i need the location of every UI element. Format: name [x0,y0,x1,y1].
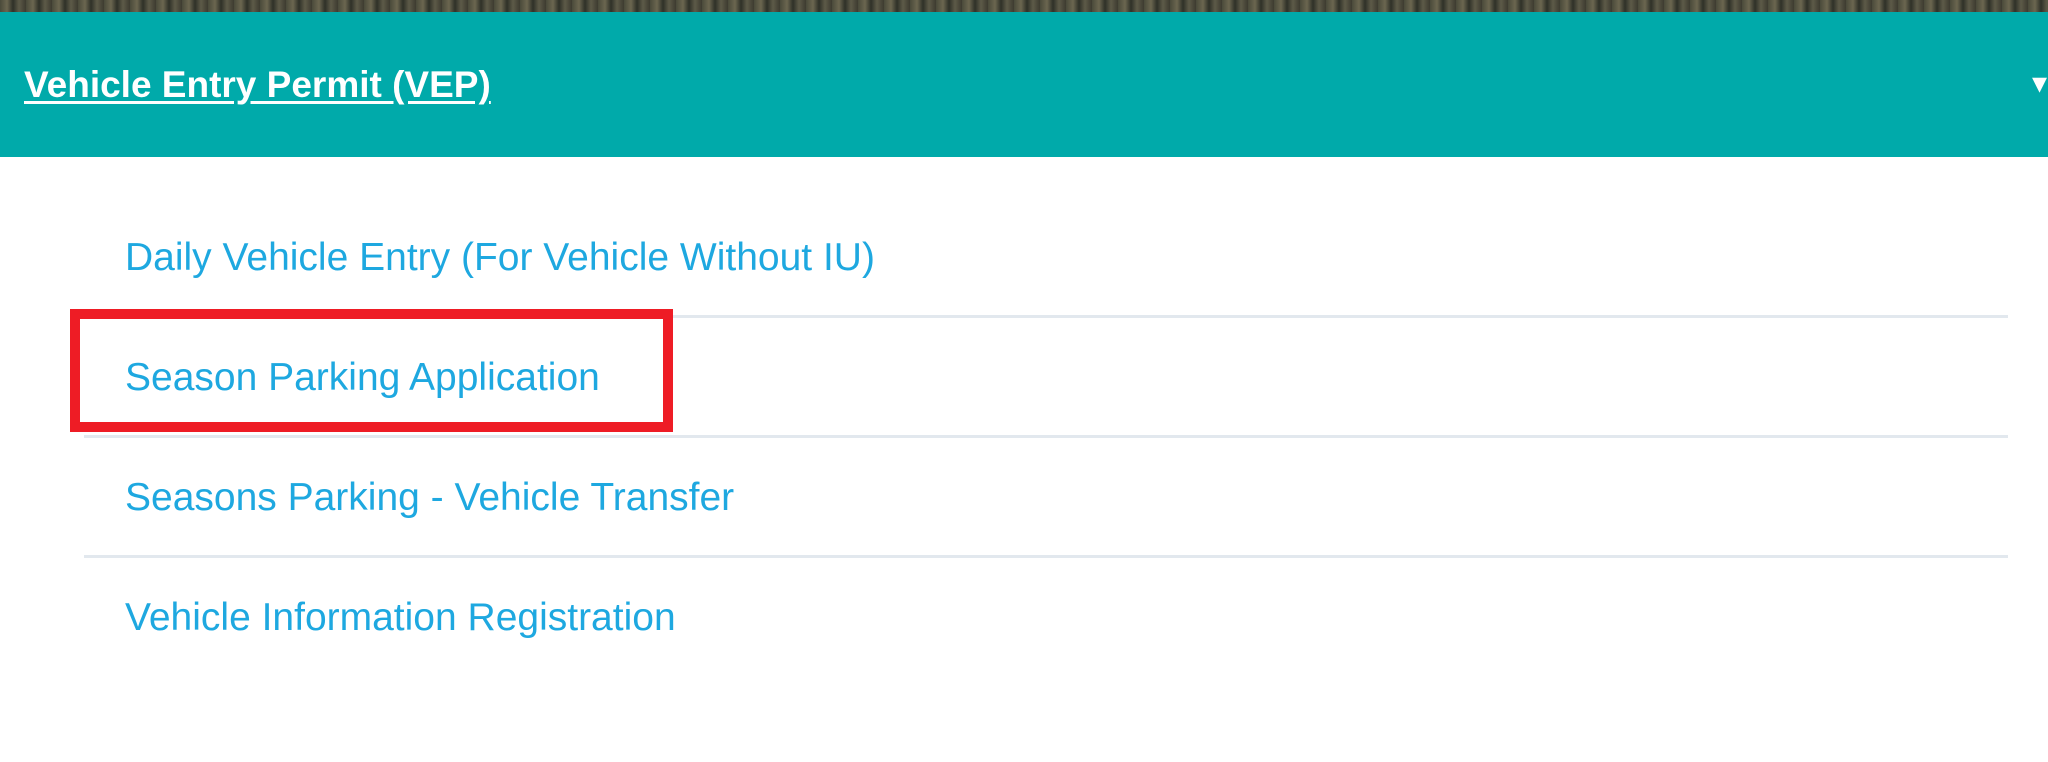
background-image-strip [0,0,2048,12]
accordion-title-link[interactable]: Vehicle Entry Permit (VEP) [24,12,491,157]
season-parking-application-link[interactable]: Season Parking Application [125,354,600,402]
seasons-parking-vehicle-transfer-link[interactable]: Seasons Parking - Vehicle Transfer [125,474,734,522]
accordion-header[interactable]: Vehicle Entry Permit (VEP) ▾ [0,12,2048,157]
daily-vehicle-entry-link[interactable]: Daily Vehicle Entry (For Vehicle Without… [125,234,875,282]
vehicle-information-registration-link[interactable]: Vehicle Information Registration [125,594,676,642]
list-item: Vehicle Information Registration [84,558,2008,678]
chevron-down-icon[interactable]: ▾ [2032,64,2048,104]
list-item: Seasons Parking - Vehicle Transfer [84,438,2008,558]
list-item: Season Parking Application [84,318,2008,438]
vep-menu-list: Daily Vehicle Entry (For Vehicle Without… [84,198,2008,678]
list-item: Daily Vehicle Entry (For Vehicle Without… [84,198,2008,318]
